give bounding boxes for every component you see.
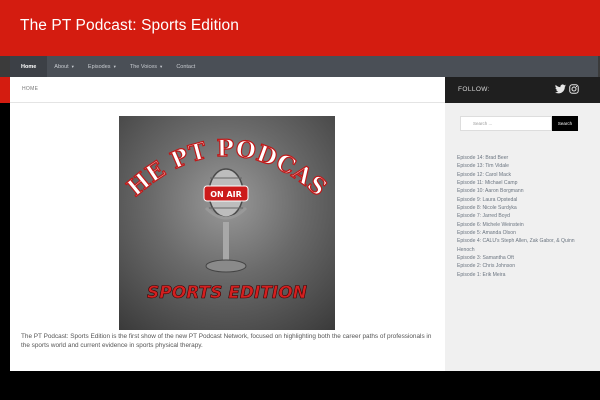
episode-link[interactable]: Episode 5: Amanda Olson bbox=[457, 229, 582, 237]
episode-link[interactable]: Episode 8: Nicole Surdyka bbox=[457, 204, 582, 212]
sidebar-follow-bar: FOLLOW: bbox=[445, 77, 600, 103]
episode-link[interactable]: Episode 7: Jarred Boyd bbox=[457, 212, 582, 220]
episode-link[interactable]: Episode 6: Michele Weinstein bbox=[457, 221, 582, 229]
nav-item-label: Home bbox=[21, 63, 37, 70]
chevron-down-icon: ▾ bbox=[113, 63, 116, 69]
nav-item-label: Episodes bbox=[87, 63, 111, 70]
on-air-label: ON AIR bbox=[210, 190, 242, 199]
episode-link[interactable]: Episode 14: Brad Beer bbox=[457, 154, 582, 162]
nav-item-about[interactable]: About ▾ bbox=[47, 56, 81, 77]
episode-link[interactable]: Episode 2: Chris Johnson bbox=[457, 262, 582, 270]
episode-list: Episode 14: Brad Beer Episode 13: Tim Vi… bbox=[457, 154, 582, 279]
breadcrumb[interactable]: HOME bbox=[22, 86, 38, 92]
search-button[interactable]: Search bbox=[552, 116, 578, 131]
nav-item-the-voices[interactable]: The Voices ▾ bbox=[123, 56, 169, 77]
episode-link[interactable]: Episode 1: Erik Meira bbox=[457, 271, 582, 279]
nav-item-label: Contact bbox=[176, 63, 196, 70]
podcast-cover-image: THE PT PODCAST ON AIR SPORTS EDITION bbox=[119, 116, 335, 330]
twitter-icon[interactable] bbox=[555, 84, 566, 94]
search-input[interactable]: Search ... bbox=[460, 116, 552, 131]
chevron-down-icon: ▾ bbox=[160, 63, 163, 69]
nav-item-label: About bbox=[54, 63, 69, 70]
episode-link[interactable]: Episode 11: Michael Camp bbox=[457, 179, 582, 187]
main-content: THE PT PODCAST ON AIR SPORTS EDITION The… bbox=[10, 103, 445, 371]
breadcrumb-bar: HOME bbox=[10, 77, 445, 103]
site-title[interactable]: The PT Podcast: Sports Edition bbox=[20, 17, 239, 35]
page-footer-area bbox=[0, 371, 600, 400]
episode-link[interactable]: Episode 4: CALU's Steph Allen, Zak Gabor… bbox=[457, 237, 582, 254]
intro-paragraph: The PT Podcast: Sports Edition is the fi… bbox=[21, 333, 432, 350]
nav-item-episodes[interactable]: Episodes ▾ bbox=[81, 56, 123, 77]
follow-label: FOLLOW: bbox=[458, 86, 490, 93]
main-nav: Home About ▾ Episodes ▾ The Voices ▾ Contac… bbox=[10, 56, 598, 77]
episode-link[interactable]: Episode 9: Laura Opstedal bbox=[457, 196, 582, 204]
chevron-down-icon: ▾ bbox=[71, 63, 74, 69]
header-band-left bbox=[0, 77, 10, 103]
sidebar: Search ... Search Episode 14: Brad Beer … bbox=[445, 103, 600, 371]
site-header: The PT Podcast: Sports Edition bbox=[0, 0, 600, 56]
episode-link[interactable]: Episode 13: Tim Vidale bbox=[457, 162, 582, 170]
microphone-icon: ON AIR bbox=[203, 168, 249, 273]
nav-item-home[interactable]: Home bbox=[10, 56, 48, 77]
cover-subtitle: SPORTS EDITION bbox=[147, 283, 307, 303]
episode-link[interactable]: Episode 10: Aaron Borgmann bbox=[457, 187, 582, 195]
cover-subtitle-art: SPORTS EDITION bbox=[147, 283, 307, 304]
episode-link[interactable]: Episode 12: Carol Mack bbox=[457, 171, 582, 179]
nav-item-label: The Voices bbox=[129, 63, 158, 70]
instagram-icon[interactable] bbox=[569, 84, 579, 94]
episode-link[interactable]: Episode 3: Samantha Oft bbox=[457, 254, 582, 262]
nav-item-contact[interactable]: Contact bbox=[169, 56, 202, 77]
